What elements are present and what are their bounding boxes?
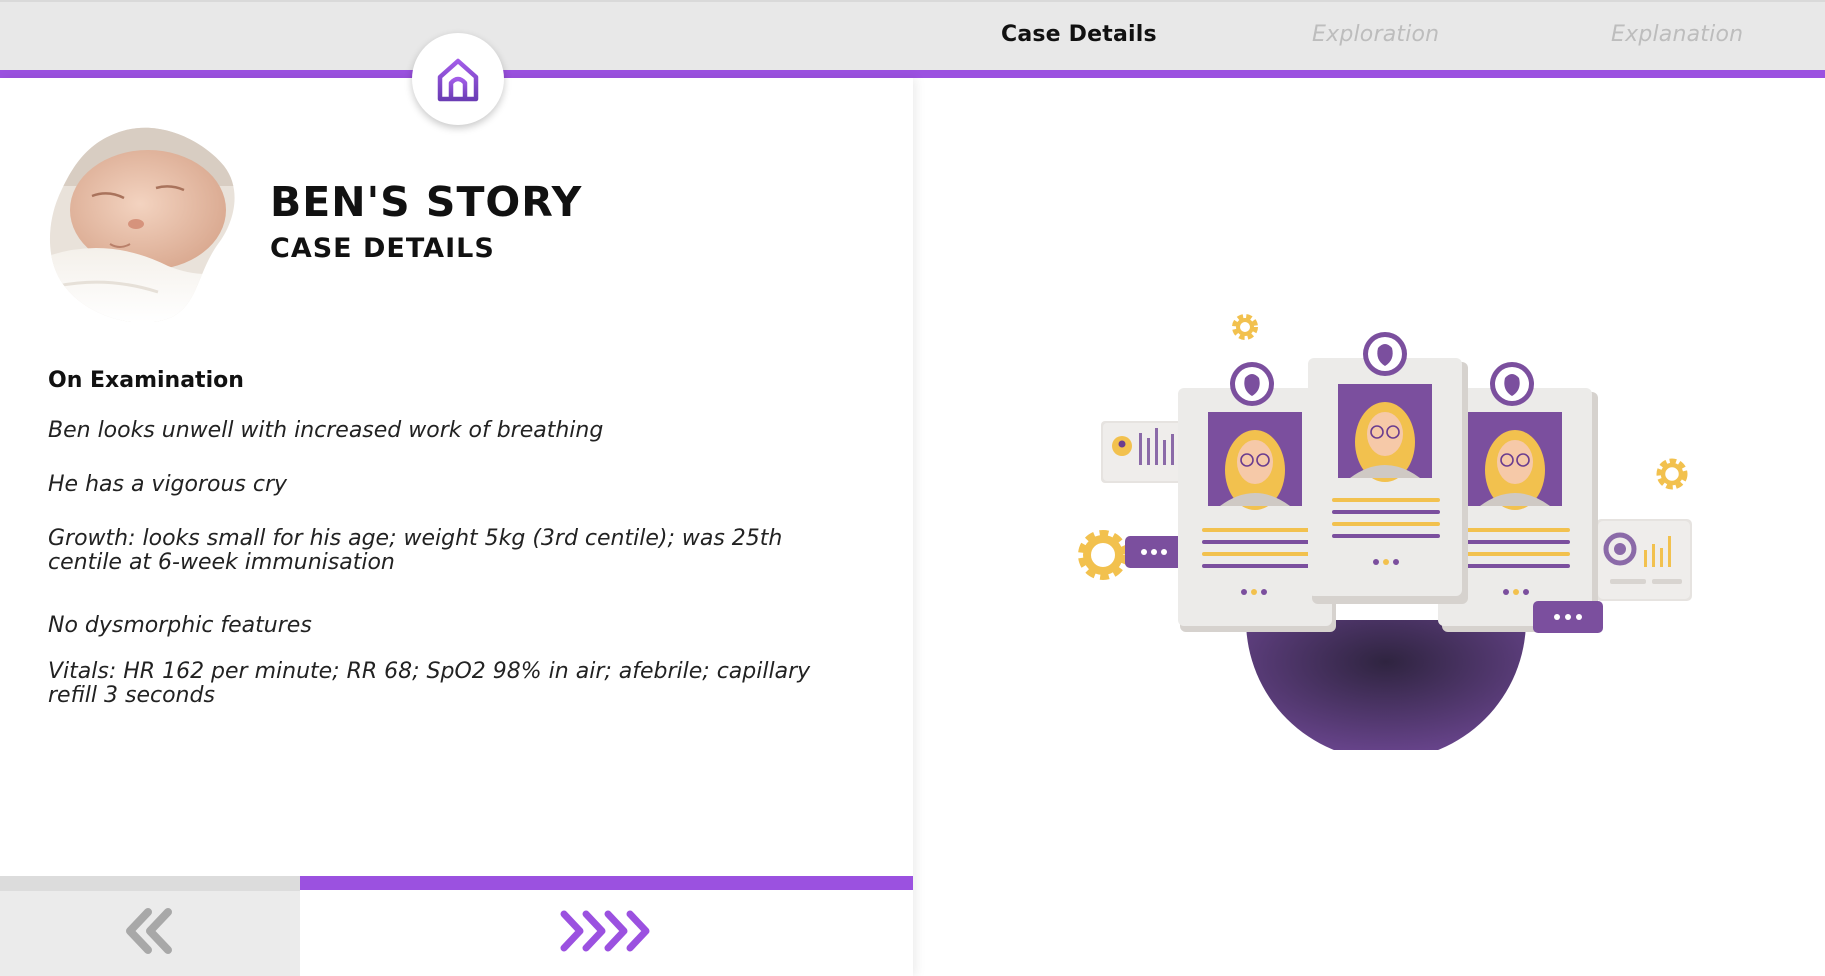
prev-bar-strip [0, 876, 300, 891]
examination-heading: On Examination [48, 368, 244, 393]
tab-explanation[interactable]: Explanation [1611, 22, 1743, 47]
chat-bubble-left [1125, 536, 1183, 568]
gear-icon-small-right [1656, 458, 1688, 490]
gear-icon-small-top [1232, 314, 1258, 340]
home-button[interactable] [412, 33, 504, 125]
top-accent-line [0, 70, 1825, 78]
home-icon [437, 58, 479, 102]
exam-line-growth: Growth: looks small for his age; weight … [48, 526, 783, 575]
patient-card-center [1308, 332, 1468, 604]
exam-line-vitals: Vitals: HR 162 per minute; RR 68; SpO2 9… [48, 659, 811, 708]
quadruple-chevron-right-icon [560, 910, 650, 952]
exam-line-cry: He has a vigorous cry [48, 472, 288, 497]
baby-avatar [49, 127, 235, 322]
exam-line-dysmorphic: No dysmorphic features [48, 613, 312, 638]
next-button[interactable] [558, 906, 654, 956]
patient-cards-illustration [1078, 314, 1692, 750]
tab-exploration[interactable]: Exploration [1312, 22, 1439, 47]
double-chevron-left-icon [126, 908, 172, 954]
gear-icon-large [1078, 530, 1128, 580]
story-title: BEN'S STORY [270, 178, 583, 226]
story-subtitle: CASE DETAILS [270, 233, 495, 264]
top-navigation-bar [0, 0, 1825, 70]
chat-bubble-right [1533, 601, 1603, 633]
exam-line-breathing: Ben looks unwell with increased work of … [48, 418, 604, 443]
previous-button[interactable] [120, 906, 180, 956]
tab-case-details[interactable]: Case Details [1001, 22, 1157, 47]
small-info-card-right [1596, 519, 1692, 601]
next-bar-strip [300, 876, 913, 890]
